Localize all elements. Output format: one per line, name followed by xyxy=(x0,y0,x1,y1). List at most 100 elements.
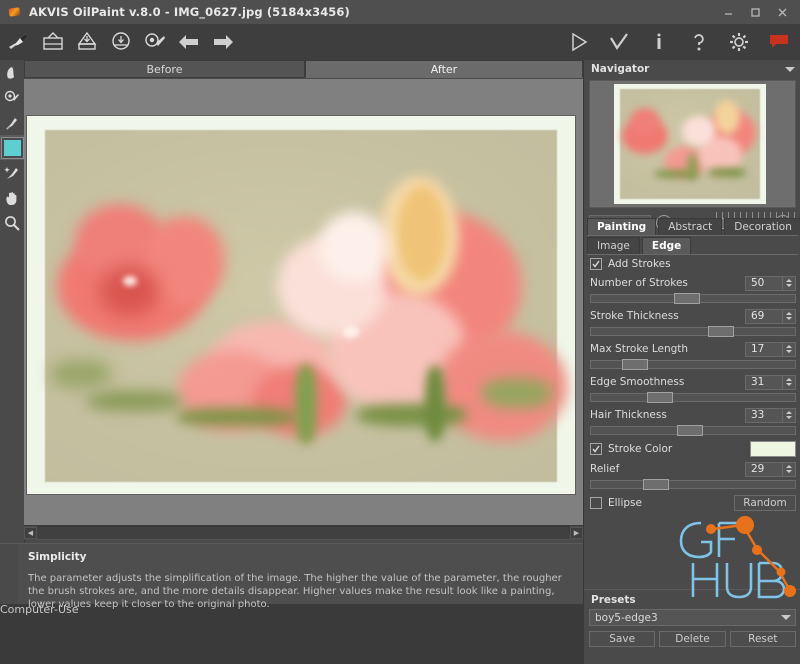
ellipse-row[interactable]: Ellipse Random xyxy=(590,494,796,512)
param-value[interactable]: 33 xyxy=(745,408,783,423)
comment-icon[interactable] xyxy=(766,29,792,55)
akvis-brush-logo-icon[interactable] xyxy=(6,29,32,55)
reset-preset-button[interactable]: Reset xyxy=(730,631,796,647)
param-stepper[interactable] xyxy=(783,462,796,477)
navigator-preview[interactable] xyxy=(589,80,796,208)
param-spinner[interactable]: 29 xyxy=(745,462,796,477)
delete-preset-button[interactable]: Delete xyxy=(659,631,725,647)
random-button[interactable]: Random xyxy=(734,495,796,511)
batch-processing-icon[interactable] xyxy=(142,29,168,55)
navigator-collapse-icon[interactable] xyxy=(785,67,795,72)
ellipse-label: Ellipse xyxy=(608,497,642,509)
tab-decoration[interactable]: Decoration xyxy=(724,218,800,235)
close-button[interactable] xyxy=(769,2,796,22)
history-brush-tool[interactable] xyxy=(0,85,24,110)
param-slider[interactable] xyxy=(590,393,796,402)
param-spinner[interactable]: 50 xyxy=(745,276,796,291)
stroke-color-swatch[interactable] xyxy=(750,441,796,457)
preset-selected-value: boy5-edge3 xyxy=(595,612,658,624)
param-spinner[interactable]: 33 xyxy=(745,408,796,423)
hand-tool[interactable] xyxy=(0,185,24,210)
param-label: Number of Strokes xyxy=(590,277,688,289)
presets-title: Presets xyxy=(584,590,800,609)
tab-painting[interactable]: Painting xyxy=(587,218,656,235)
stroke-color-checkbox[interactable] xyxy=(590,443,602,455)
apply-icon[interactable] xyxy=(606,29,632,55)
param-label: Relief xyxy=(590,463,619,475)
scroll-left-arrow[interactable]: ◀ xyxy=(24,527,37,539)
param-spinner[interactable]: 31 xyxy=(745,375,796,390)
magic-brush-tool[interactable] xyxy=(0,160,24,185)
save-image-icon[interactable] xyxy=(74,29,100,55)
param-stepper[interactable] xyxy=(783,342,796,357)
image-canvas[interactable] xyxy=(24,79,583,525)
undo-icon[interactable] xyxy=(176,29,202,55)
hint-title: Simplicity xyxy=(28,551,573,563)
param-slider[interactable] xyxy=(590,426,796,435)
canvas-horizontal-scrollbar[interactable]: ◀ ▶ xyxy=(24,525,583,540)
stroke-color-row[interactable]: Stroke Color xyxy=(590,440,796,458)
color-swatch-tool[interactable] xyxy=(0,135,24,160)
preset-dropdown-icon[interactable] xyxy=(781,615,791,620)
presets-panel: Presets boy5-edge3 Save Delete Reset xyxy=(584,589,800,664)
zoom-tool[interactable] xyxy=(0,210,24,235)
app-logo-icon xyxy=(8,5,22,19)
param-slider[interactable] xyxy=(590,327,796,336)
hint-panel: Simplicity The parameter adjusts the sim… xyxy=(0,543,583,604)
param-stepper[interactable] xyxy=(783,375,796,390)
param-stepper[interactable] xyxy=(783,276,796,291)
preset-combo[interactable]: boy5-edge3 xyxy=(589,609,796,626)
add-strokes-row[interactable]: Add Strokes xyxy=(590,256,796,272)
param-value[interactable]: 69 xyxy=(745,309,783,324)
param-slider-thumb[interactable] xyxy=(708,326,734,337)
scroll-track[interactable] xyxy=(37,526,570,540)
tab-after[interactable]: After xyxy=(305,60,583,78)
param-slider-thumb[interactable] xyxy=(674,293,700,304)
oil-brush-tool[interactable] xyxy=(0,110,24,135)
param-value[interactable]: 17 xyxy=(745,342,783,357)
param-slider-thumb[interactable] xyxy=(647,392,673,403)
help-icon[interactable] xyxy=(686,29,712,55)
navigator-viewport-frame[interactable] xyxy=(589,80,796,208)
redo-icon[interactable] xyxy=(210,29,236,55)
param-slider-thumb[interactable] xyxy=(643,479,669,490)
param-value[interactable]: 31 xyxy=(745,375,783,390)
sub-tabs-underline xyxy=(587,254,798,255)
tab-edge[interactable]: Edge xyxy=(642,237,691,254)
param-label: Stroke Thickness xyxy=(590,310,679,322)
tab-abstract-art[interactable]: Abstract Art xyxy=(658,218,722,235)
param-slider-thumb[interactable] xyxy=(622,359,648,370)
tab-before[interactable]: Before xyxy=(24,60,305,78)
info-icon[interactable] xyxy=(646,29,672,55)
param-stepper[interactable] xyxy=(783,309,796,324)
add-strokes-checkbox[interactable] xyxy=(590,258,602,270)
preferences-gear-icon[interactable] xyxy=(726,29,752,55)
ellipse-checkbox[interactable] xyxy=(590,497,602,509)
param-relief: Relief 29 xyxy=(590,461,796,489)
param-stepper[interactable] xyxy=(783,408,796,423)
param-value[interactable]: 29 xyxy=(745,462,783,477)
param-slider-thumb[interactable] xyxy=(677,425,703,436)
open-image-icon[interactable] xyxy=(40,29,66,55)
param-number-of-strokes: Number of Strokes 50 xyxy=(590,275,796,303)
minimize-button[interactable] xyxy=(715,2,742,22)
param-spinner[interactable]: 17 xyxy=(745,342,796,357)
scroll-right-arrow[interactable]: ▶ xyxy=(570,527,583,539)
run-icon[interactable] xyxy=(566,29,592,55)
main-tabs-underline xyxy=(587,235,798,236)
tab-image[interactable]: Image xyxy=(587,237,640,254)
print-image-icon[interactable] xyxy=(108,29,134,55)
image-view-tabs: Before After xyxy=(24,60,583,79)
param-spinner[interactable]: 69 xyxy=(745,309,796,324)
param-value[interactable]: 50 xyxy=(745,276,783,291)
save-preset-button[interactable]: Save xyxy=(589,631,655,647)
smudge-tool[interactable] xyxy=(0,60,24,85)
param-max-stroke-length: Max Stroke Length 17 xyxy=(590,341,796,369)
parameters-panel: Add Strokes Number of Strokes 50 Stroke … xyxy=(590,256,796,515)
param-slider[interactable] xyxy=(590,294,796,303)
param-hair-thickness: Hair Thickness 33 xyxy=(590,407,796,435)
maximize-button[interactable] xyxy=(742,2,769,22)
preset-buttons: Save Delete Reset xyxy=(589,631,796,647)
param-slider[interactable] xyxy=(590,480,796,489)
param-slider[interactable] xyxy=(590,360,796,369)
